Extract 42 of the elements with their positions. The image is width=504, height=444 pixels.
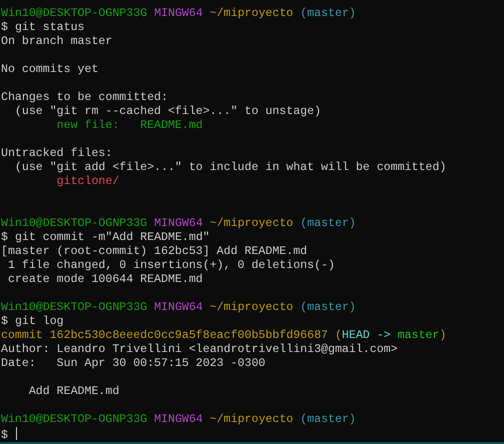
- prompt-user-host: Win10@DESKTOP-OGNP33G: [1, 413, 148, 426]
- prompt-system: MINGW64: [154, 217, 203, 230]
- command-text: git status: [14, 21, 85, 34]
- output-text: ): [439, 329, 446, 342]
- command-text: git commit -m"Add README.md": [14, 231, 210, 244]
- prompt-system: MINGW64: [154, 7, 203, 20]
- output-text: (use "git rm --cached <file>..." to unstage): [14, 105, 322, 118]
- output-text: Add README.md: [28, 385, 120, 398]
- prompt-symbol: $: [1, 231, 8, 244]
- prompt-path: ~/miproyecto: [210, 7, 294, 20]
- output-text: Untracked files:: [1, 147, 112, 160]
- command-text: git log: [14, 315, 64, 328]
- prompt-branch: (master): [300, 413, 356, 426]
- prompt-symbol: $: [1, 429, 8, 442]
- prompt-path: ~/miproyecto: [210, 217, 294, 230]
- prompt-system: MINGW64: [154, 413, 203, 426]
- prompt-system: MINGW64: [154, 301, 203, 314]
- output-text: [master (root-commit) 162bc53] Add README.md: [1, 245, 308, 258]
- output-text: Changes to be committed:: [1, 91, 168, 104]
- output-text: HEAD ->: [342, 329, 391, 342]
- prompt-path: ~/miproyecto: [210, 413, 294, 426]
- prompt-user-host: Win10@DESKTOP-OGNP33G: [1, 7, 148, 20]
- prompt-symbol: $: [1, 315, 8, 328]
- text-cursor[interactable]: [16, 427, 17, 440]
- output-text: new file: README.md: [56, 119, 203, 132]
- prompt-user-host: Win10@DESKTOP-OGNP33G: [1, 301, 148, 314]
- output-text: No commits yet: [1, 63, 98, 76]
- output-text: Author: Leandro Trivellini <leandrotrivellini3@gmail.com>: [1, 343, 398, 356]
- output-text: commit 162bc530c8eeedc0cc9a5f8eacf00b5bbfd96687 (: [1, 329, 342, 342]
- prompt-branch: (master): [300, 7, 356, 20]
- prompt-branch: (master): [300, 217, 356, 230]
- output-text: 1 file changed, 0 insertions(+), 0 deletions(-): [6, 259, 335, 272]
- prompt-symbol: $: [1, 21, 8, 34]
- output-text: create mode 100644 README.md: [6, 273, 203, 286]
- output-text: gitclone/: [56, 175, 120, 188]
- prompt-user-host: Win10@DESKTOP-OGNP33G: [1, 217, 148, 230]
- prompt-path: ~/miproyecto: [210, 301, 294, 314]
- prompt-branch: (master): [300, 301, 356, 314]
- output-text: Date: Sun Apr 30 00:57:15 2023 -0300: [1, 357, 266, 370]
- output-text: On branch master: [1, 35, 112, 48]
- output-text: (use "git add <file>..." to include in what will be committed): [14, 161, 446, 174]
- output-text: master: [397, 329, 440, 342]
